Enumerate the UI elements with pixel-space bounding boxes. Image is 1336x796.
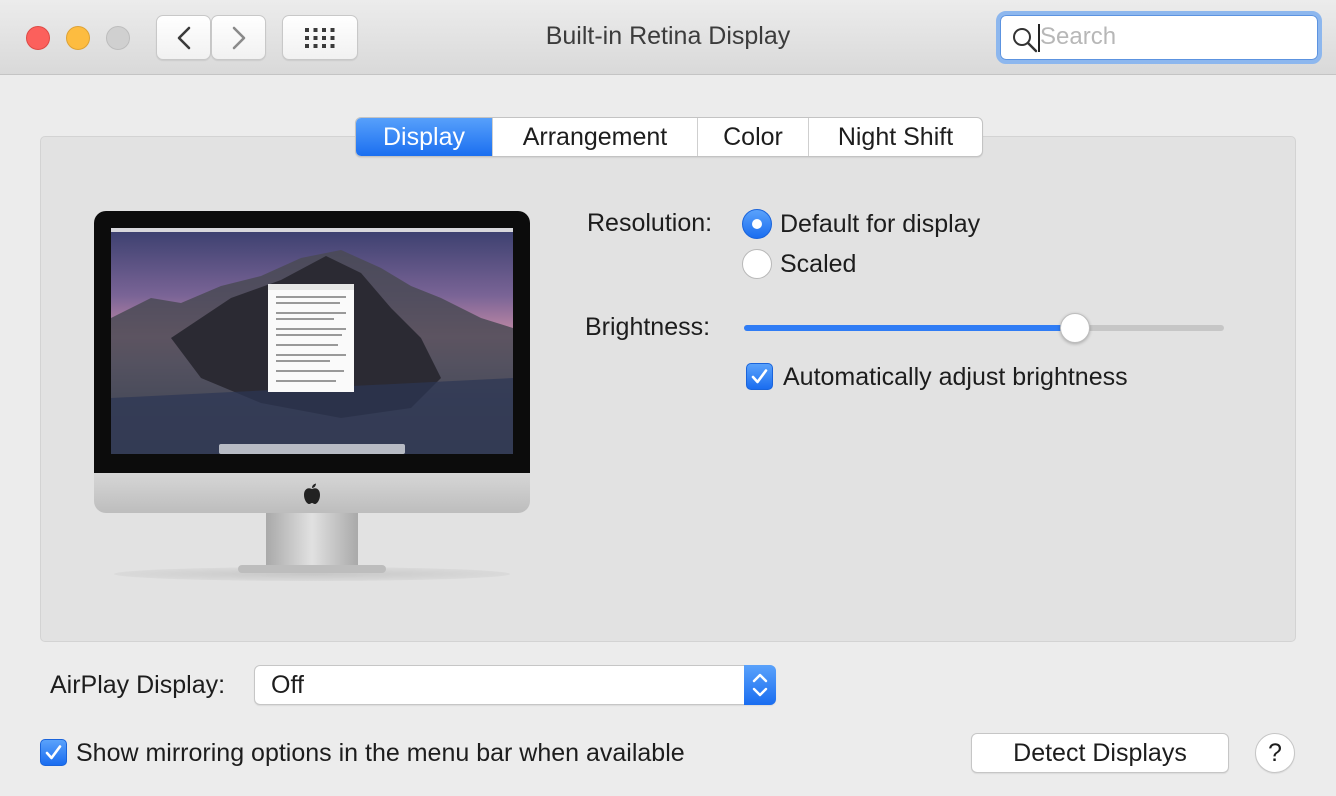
- search-field[interactable]: [996, 11, 1322, 64]
- tab-display[interactable]: Display: [356, 118, 492, 156]
- tab-arrangement[interactable]: Arrangement: [492, 118, 697, 156]
- help-button[interactable]: ?: [1255, 733, 1295, 773]
- scaled-radio[interactable]: [742, 249, 772, 279]
- title-bar: Built-in Retina Display: [0, 0, 1336, 75]
- show-mirroring-checkbox[interactable]: [40, 739, 67, 766]
- brightness-slider-fill: [744, 325, 1076, 331]
- default-for-display-label[interactable]: Default for display: [780, 210, 980, 239]
- island-wallpaper-graphic: [111, 228, 513, 454]
- resolution-label: Resolution:: [587, 209, 713, 237]
- show-mirroring-label[interactable]: Show mirroring options in the menu bar w…: [76, 739, 685, 768]
- airplay-display-value: Off: [271, 671, 304, 699]
- popup-arrows: [744, 665, 776, 705]
- tab-bar: Display Arrangement Color Night Shift: [355, 117, 983, 157]
- updown-chevron-icon: [752, 673, 768, 697]
- brightness-slider-knob[interactable]: [1060, 313, 1091, 343]
- tab-night-shift[interactable]: Night Shift: [808, 118, 982, 156]
- default-for-display-radio[interactable]: [742, 209, 772, 239]
- apple-logo-icon: [304, 483, 320, 504]
- brightness-slider[interactable]: [744, 313, 1224, 343]
- tab-color[interactable]: Color: [697, 118, 808, 156]
- airplay-display-popup[interactable]: Off: [254, 665, 776, 705]
- desktop-wallpaper: [111, 228, 513, 454]
- auto-brightness-checkbox[interactable]: [746, 363, 773, 390]
- scaled-label[interactable]: Scaled: [780, 250, 856, 279]
- checkmark-icon: [751, 369, 768, 384]
- auto-brightness-label[interactable]: Automatically adjust brightness: [783, 363, 1128, 392]
- brightness-label: Brightness:: [585, 313, 711, 341]
- search-icon: [1013, 28, 1038, 53]
- display-preview-image: [94, 211, 530, 581]
- search-input[interactable]: [1040, 21, 1310, 53]
- checkmark-icon: [45, 745, 62, 760]
- airplay-display-label: AirPlay Display:: [50, 671, 226, 699]
- detect-displays-button[interactable]: Detect Displays: [971, 733, 1229, 773]
